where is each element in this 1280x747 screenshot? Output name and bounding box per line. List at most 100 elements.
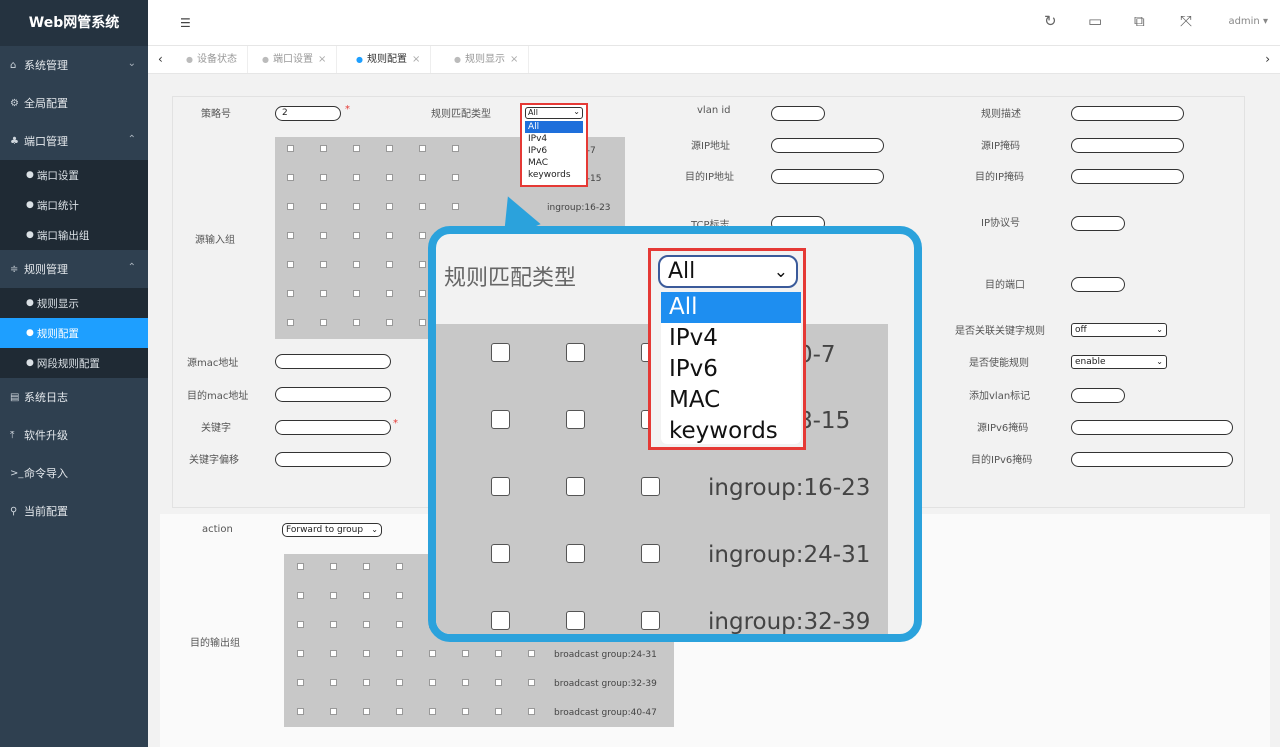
port-checkbox[interactable]: [396, 679, 403, 686]
src-ipv6-mask-input[interactable]: [1071, 420, 1233, 435]
port-checkbox[interactable]: [528, 650, 535, 657]
port-checkbox[interactable]: [330, 650, 337, 657]
zoom-match-type-dropdown[interactable]: All ⌄ All IPv4 IPv6 MAC keywords: [648, 248, 806, 450]
zoom-port-checkbox[interactable]: [566, 611, 585, 630]
zoom-port-checkbox[interactable]: [641, 611, 660, 630]
zoom-port-checkbox[interactable]: [566, 544, 585, 563]
tab-rule-display[interactable]: ● 规则显示 ×: [444, 46, 530, 73]
port-checkbox[interactable]: [353, 319, 360, 326]
assoc-keyword-select[interactable]: off ⌄: [1071, 323, 1167, 337]
port-checkbox[interactable]: [396, 563, 403, 570]
sidebar-group-global[interactable]: ⚙ 全局配置: [0, 84, 148, 122]
sidebar-item-port-stats[interactable]: ● 端口统计: [0, 190, 148, 220]
sidebar-item-port-settings[interactable]: ● 端口设置: [0, 160, 148, 190]
sidebar-group-upgrade[interactable]: ⤒ 软件升级: [0, 416, 148, 454]
zoom-port-checkbox[interactable]: [566, 410, 585, 429]
port-checkbox[interactable]: [429, 708, 436, 715]
zoom-port-checkbox[interactable]: [491, 343, 510, 362]
port-checkbox[interactable]: [452, 203, 459, 210]
zoom-port-checkbox[interactable]: [491, 544, 510, 563]
port-checkbox[interactable]: [495, 708, 502, 715]
port-checkbox[interactable]: [396, 592, 403, 599]
zoom-port-checkbox[interactable]: [566, 477, 585, 496]
port-checkbox[interactable]: [419, 145, 426, 152]
fullscreen-icon[interactable]: ⤧: [1180, 12, 1192, 30]
port-checkbox[interactable]: [297, 650, 304, 657]
port-checkbox[interactable]: [297, 679, 304, 686]
port-checkbox[interactable]: [452, 174, 459, 181]
tab-port-settings[interactable]: ● 端口设置 ×: [252, 46, 338, 73]
tab-scroll-right-icon[interactable]: ›: [1265, 52, 1270, 66]
port-checkbox[interactable]: [429, 650, 436, 657]
port-checkbox[interactable]: [363, 592, 370, 599]
port-checkbox[interactable]: [353, 290, 360, 297]
user-menu[interactable]: admin ▾: [1228, 16, 1268, 27]
dst-port-input[interactable]: [1071, 277, 1125, 292]
tab-scroll-left-icon[interactable]: ‹: [158, 52, 163, 66]
port-checkbox[interactable]: [495, 650, 502, 657]
port-checkbox[interactable]: [320, 319, 327, 326]
src-ip-mask-input[interactable]: [1071, 138, 1184, 153]
sidebar-group-system[interactable]: ⌂ 系统管理 ⌄: [0, 46, 148, 84]
port-checkbox[interactable]: [330, 621, 337, 628]
port-checkbox[interactable]: [386, 319, 393, 326]
zoom-match-type-select[interactable]: All ⌄: [658, 255, 798, 288]
port-checkbox[interactable]: [287, 319, 294, 326]
match-type-option-keywords[interactable]: keywords: [522, 169, 586, 181]
port-checkbox[interactable]: [353, 203, 360, 210]
port-checkbox[interactable]: [429, 679, 436, 686]
port-checkbox[interactable]: [287, 261, 294, 268]
port-checkbox[interactable]: [396, 621, 403, 628]
src-ip-input[interactable]: [771, 138, 884, 153]
zoom-option-all[interactable]: All: [661, 292, 801, 323]
port-checkbox[interactable]: [363, 650, 370, 657]
zoom-port-checkbox[interactable]: [491, 410, 510, 429]
port-checkbox[interactable]: [363, 679, 370, 686]
vlan-id-input[interactable]: [771, 106, 825, 121]
close-icon[interactable]: ×: [318, 54, 326, 65]
port-checkbox[interactable]: [419, 290, 426, 297]
zoom-option-ipv6[interactable]: IPv6: [661, 354, 801, 385]
port-checkbox[interactable]: [462, 650, 469, 657]
sidebar-group-import[interactable]: >_ 命令导入: [0, 454, 148, 492]
port-checkbox[interactable]: [396, 650, 403, 657]
port-checkbox[interactable]: [330, 563, 337, 570]
port-checkbox[interactable]: [353, 174, 360, 181]
sidebar-group-rules[interactable]: ≑ 规则管理 ⌃: [0, 250, 148, 288]
sidebar-group-current[interactable]: ⚲ 当前配置: [0, 492, 148, 530]
zoom-option-keywords[interactable]: keywords: [661, 416, 801, 447]
dst-ip-mask-input[interactable]: [1071, 169, 1184, 184]
port-checkbox[interactable]: [386, 203, 393, 210]
sidebar-item-segment-rule[interactable]: ● 网段规则配置: [0, 348, 148, 378]
port-checkbox[interactable]: [297, 708, 304, 715]
port-checkbox[interactable]: [353, 232, 360, 239]
port-checkbox[interactable]: [419, 174, 426, 181]
port-checkbox[interactable]: [386, 232, 393, 239]
port-checkbox[interactable]: [452, 145, 459, 152]
port-checkbox[interactable]: [528, 708, 535, 715]
match-type-select-open[interactable]: All ⌄ All IPv4 IPv6 MAC keywords: [520, 103, 588, 187]
port-checkbox[interactable]: [320, 232, 327, 239]
port-checkbox[interactable]: [320, 261, 327, 268]
keyword-input[interactable]: [275, 420, 391, 435]
port-checkbox[interactable]: [495, 679, 502, 686]
zoom-port-checkbox[interactable]: [641, 544, 660, 563]
menu-icon[interactable]: ☰: [180, 16, 191, 30]
match-type-option-mac[interactable]: MAC: [522, 157, 586, 169]
zoom-option-ipv4[interactable]: IPv4: [661, 323, 801, 354]
zoom-port-checkbox[interactable]: [491, 477, 510, 496]
enable-rule-select[interactable]: enable ⌄: [1071, 355, 1167, 369]
copy-icon[interactable]: ⧉: [1134, 12, 1145, 30]
port-checkbox[interactable]: [419, 203, 426, 210]
port-checkbox[interactable]: [297, 592, 304, 599]
port-checkbox[interactable]: [363, 563, 370, 570]
port-checkbox[interactable]: [320, 145, 327, 152]
port-checkbox[interactable]: [287, 290, 294, 297]
src-mac-input[interactable]: [275, 354, 391, 369]
add-vlan-tag-input[interactable]: [1071, 388, 1125, 403]
sidebar-item-rule-display[interactable]: ● 规则显示: [0, 288, 148, 318]
port-checkbox[interactable]: [287, 203, 294, 210]
port-checkbox[interactable]: [396, 708, 403, 715]
match-type-option-ipv6[interactable]: IPv6: [522, 145, 586, 157]
dst-ipv6-mask-input[interactable]: [1071, 452, 1233, 467]
